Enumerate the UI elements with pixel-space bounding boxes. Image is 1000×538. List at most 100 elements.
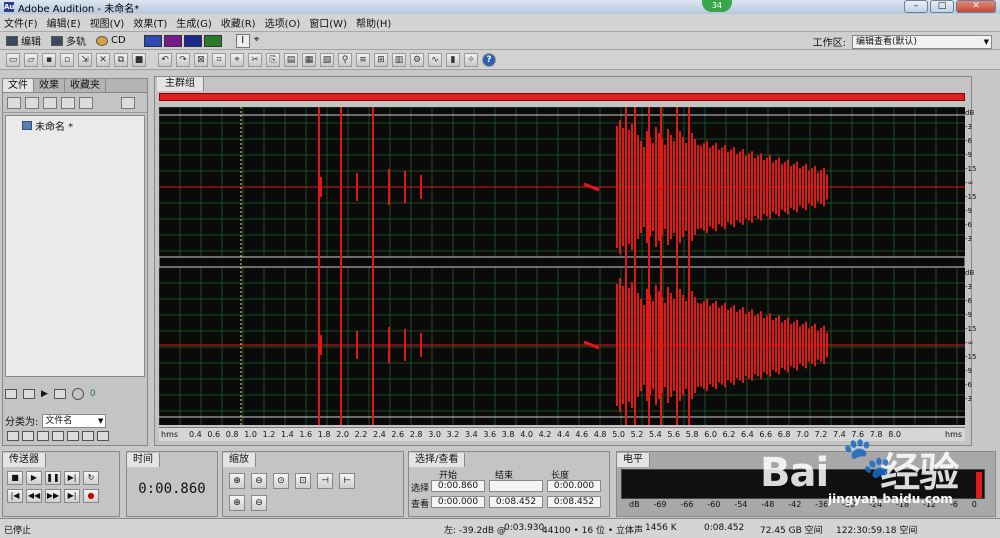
- undo-icon[interactable]: ↶: [158, 52, 172, 67]
- loop-icon[interactable]: [23, 389, 35, 399]
- menu-effects[interactable]: 效果(T): [133, 15, 167, 30]
- multitrack-mode-button[interactable]: 多轨: [51, 33, 86, 48]
- time-selection-tool-icon[interactable]: I: [235, 33, 250, 48]
- help-icon[interactable]: ?: [482, 52, 496, 67]
- panel-options-icon[interactable]: [121, 96, 135, 109]
- trim-icon[interactable]: ⌖: [230, 52, 244, 67]
- clip-indicator[interactable]: [976, 472, 982, 498]
- magic-icon[interactable]: ✧: [464, 52, 478, 67]
- save-as-icon[interactable]: ▫: [60, 52, 74, 67]
- settings-icon[interactable]: ⚙: [410, 52, 424, 67]
- speaker-icon[interactable]: [5, 389, 17, 399]
- cut-icon[interactable]: ✂: [248, 52, 262, 67]
- tab-favorites[interactable]: 收藏夹: [65, 79, 106, 92]
- close-file-icon[interactable]: [25, 96, 39, 109]
- zoom-right-edge-icon[interactable]: ⊢: [339, 473, 355, 489]
- zoom-out-vertical-icon[interactable]: ⊖: [251, 495, 267, 511]
- zoom-in-horizontal-icon[interactable]: ⊕: [229, 473, 245, 489]
- autoplay-icon[interactable]: [53, 389, 66, 399]
- meter-icon[interactable]: ▮: [446, 52, 460, 67]
- spectral-view-button[interactable]: [163, 34, 182, 47]
- overview-bar[interactable]: [159, 93, 965, 101]
- save-icon[interactable]: ▪: [42, 52, 56, 67]
- delete-icon[interactable]: ⊠: [194, 52, 208, 67]
- tab-levels[interactable]: 电平: [617, 453, 650, 467]
- pause-button[interactable]: ❚❚: [45, 471, 61, 485]
- tab-zoom[interactable]: 缩放: [223, 453, 256, 467]
- pan-view-button[interactable]: [203, 34, 222, 47]
- selection-end-field[interactable]: [489, 480, 543, 492]
- cd-mode-button[interactable]: CD: [96, 35, 126, 46]
- view-length-field[interactable]: 0:08.452: [547, 496, 601, 508]
- close-file-icon[interactable]: ✕: [96, 52, 110, 67]
- menu-window[interactable]: 窗口(W): [309, 15, 347, 30]
- zoom-out-horizontal-icon[interactable]: ⊖: [251, 473, 267, 489]
- selection-start-field[interactable]: 0:00.860: [431, 480, 485, 492]
- close-button[interactable]: ✕: [956, 0, 996, 13]
- menu-file[interactable]: 文件(F): [4, 15, 38, 30]
- menu-edit[interactable]: 编辑(E): [47, 15, 81, 30]
- open-file-icon[interactable]: ▱: [24, 52, 38, 67]
- spectral-pitch-button[interactable]: [183, 34, 202, 47]
- stop-button[interactable]: ■: [7, 471, 23, 485]
- volume-knob-icon[interactable]: [71, 388, 84, 400]
- tab-effects[interactable]: 效果: [34, 79, 65, 92]
- cue-icon[interactable]: ≡: [356, 52, 370, 67]
- paste-icon[interactable]: ▤: [284, 52, 298, 67]
- workspace-select[interactable]: 编辑查看(默认): [852, 34, 992, 49]
- tab-selection-view[interactable]: 选择/查看: [409, 453, 466, 467]
- play-button[interactable]: ▶: [26, 471, 42, 485]
- tab-transport[interactable]: 传送器: [3, 453, 46, 467]
- filter-all-icon[interactable]: [97, 431, 109, 441]
- grid-icon[interactable]: ▥: [392, 52, 406, 67]
- import-icon[interactable]: ⇲: [78, 52, 92, 67]
- paste-new-icon[interactable]: ▦: [302, 52, 316, 67]
- filter-icon[interactable]: ⚲: [338, 52, 352, 67]
- zoom-in-vertical-icon[interactable]: ⊕: [229, 495, 245, 511]
- edit-mode-button[interactable]: 编辑: [6, 33, 41, 48]
- filter-audio-icon[interactable]: [7, 431, 19, 441]
- redo-icon[interactable]: ↷: [176, 52, 190, 67]
- sort-select[interactable]: 文件名: [42, 413, 107, 428]
- filter-midi-icon[interactable]: [52, 431, 64, 441]
- menu-view[interactable]: 视图(V): [90, 15, 125, 30]
- maximize-button[interactable]: □: [930, 0, 954, 13]
- copy-icon[interactable]: ⎘: [266, 52, 280, 67]
- mix-paste-icon[interactable]: ▧: [320, 52, 334, 67]
- copy-file-icon[interactable]: ⧉: [114, 52, 128, 67]
- tab-time[interactable]: 时间: [127, 453, 160, 467]
- new-file-icon[interactable]: ▭: [6, 52, 20, 67]
- menu-help[interactable]: 帮助(H): [356, 15, 391, 30]
- play-to-end-button[interactable]: ▶|: [64, 471, 80, 485]
- stop-icon[interactable]: ■: [132, 52, 146, 67]
- crop-icon[interactable]: ⌗: [212, 52, 226, 67]
- zoom-full-icon[interactable]: ⊙: [273, 473, 289, 489]
- selection-length-field[interactable]: 0:00.000: [547, 480, 601, 492]
- filter-video-icon[interactable]: [37, 431, 49, 441]
- filter-cd-icon[interactable]: [82, 431, 94, 441]
- tab-files[interactable]: 文件: [3, 79, 34, 92]
- filter-loop-icon[interactable]: [22, 431, 34, 441]
- minimize-button[interactable]: –: [904, 0, 928, 13]
- list-item[interactable]: 未命名 *: [6, 116, 144, 133]
- waveform-view-button[interactable]: [143, 34, 162, 47]
- insert-cd-icon[interactable]: [79, 96, 93, 109]
- view-start-field[interactable]: 0:00.000: [431, 496, 485, 508]
- loop-button[interactable]: ↻: [83, 471, 99, 485]
- view-end-field[interactable]: 0:08.452: [489, 496, 543, 508]
- menu-options[interactable]: 选项(O): [265, 15, 301, 30]
- menu-generate[interactable]: 生成(G): [176, 15, 212, 30]
- record-button[interactable]: ●: [83, 489, 99, 503]
- go-end-button[interactable]: ▶|: [64, 489, 80, 503]
- analysis-icon[interactable]: ∿: [428, 52, 442, 67]
- go-start-button[interactable]: |◀: [7, 489, 23, 503]
- import-file-icon[interactable]: [7, 96, 21, 109]
- menu-favorites[interactable]: 收藏(R): [221, 15, 256, 30]
- rewind-button[interactable]: ◀◀: [26, 489, 42, 503]
- edit-file-icon[interactable]: [43, 96, 57, 109]
- zoom-selection-icon[interactable]: ⊡: [295, 473, 311, 489]
- zoom-left-edge-icon[interactable]: ⊣: [317, 473, 333, 489]
- fast-forward-button[interactable]: ▶▶: [45, 489, 61, 503]
- tab-main-group[interactable]: 主群组: [157, 77, 204, 91]
- play-preview-icon[interactable]: ▶: [41, 389, 48, 399]
